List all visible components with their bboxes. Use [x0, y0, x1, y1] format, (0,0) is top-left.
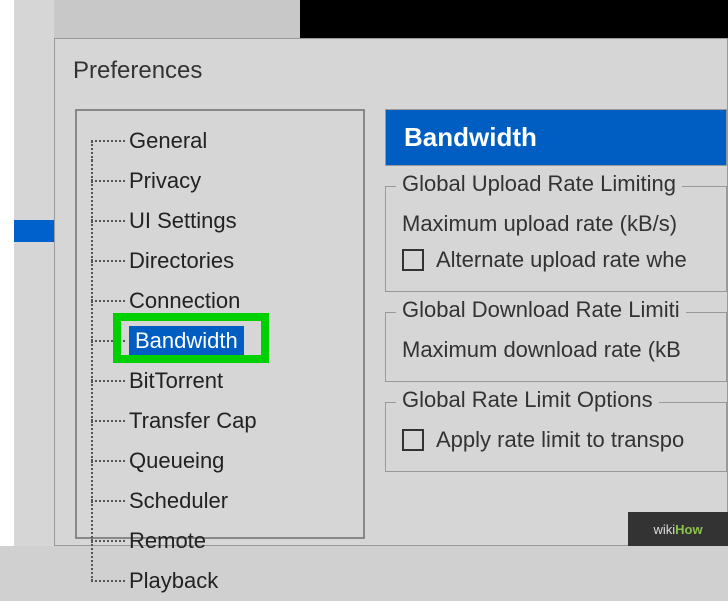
preferences-dialog: Preferences General Privacy UI Settings … [54, 38, 728, 546]
tree-item-label: Queueing [129, 448, 224, 474]
section-header: Bandwidth [385, 109, 727, 166]
tree-item-bandwidth[interactable]: Bandwidth [77, 321, 363, 361]
sidebar-selection-marker [14, 220, 54, 242]
tree-item-scheduler[interactable]: Scheduler [77, 481, 363, 521]
max-upload-rate-label: Maximum upload rate (kB/s) [402, 211, 710, 237]
tree-item-remote[interactable]: Remote [77, 521, 363, 561]
left-window-edge [0, 0, 14, 546]
background-window-titlebar [300, 0, 728, 38]
upload-rate-group: Global Upload Rate Limiting Maximum uplo… [385, 186, 727, 292]
alternate-upload-rate-row[interactable]: Alternate upload rate whe [402, 247, 710, 273]
preferences-tree[interactable]: General Privacy UI Settings Directories … [75, 109, 365, 539]
tree-item-queueing[interactable]: Queueing [77, 441, 363, 481]
tree-item-playback[interactable]: Playback [77, 561, 363, 601]
tree-item-label: Connection [129, 288, 240, 314]
alternate-upload-label: Alternate upload rate whe [436, 247, 687, 273]
apply-rate-limit-row[interactable]: Apply rate limit to transpo [402, 427, 710, 453]
tree-item-label: BitTorrent [129, 368, 223, 394]
dialog-title: Preferences [73, 57, 202, 85]
tree-item-label: Scheduler [129, 488, 228, 514]
tree-item-connection[interactable]: Connection [77, 281, 363, 321]
tree-item-label: Directories [129, 248, 234, 274]
tree-item-privacy[interactable]: Privacy [77, 161, 363, 201]
alternate-upload-checkbox[interactable] [402, 249, 424, 271]
tree-item-bittorrent[interactable]: BitTorrent [77, 361, 363, 401]
tree-item-label: Remote [129, 528, 206, 554]
group-title: Global Upload Rate Limiting [396, 171, 682, 197]
tree-item-label: General [129, 128, 207, 154]
tree-item-transfer-cap[interactable]: Transfer Cap [77, 401, 363, 441]
tree-item-label: UI Settings [129, 208, 237, 234]
group-title: Global Download Rate Limiti [396, 297, 686, 323]
apply-rate-limit-checkbox[interactable] [402, 429, 424, 451]
max-download-rate-label: Maximum download rate (kB [402, 337, 710, 363]
download-rate-group: Global Download Rate Limiti Maximum down… [385, 312, 727, 382]
rate-limit-options-group: Global Rate Limit Options Apply rate lim… [385, 402, 727, 472]
left-sidebar-strip [14, 0, 54, 546]
tree-item-directories[interactable]: Directories [77, 241, 363, 281]
app-frame: Preferences General Privacy UI Settings … [0, 0, 728, 546]
group-title: Global Rate Limit Options [396, 387, 659, 413]
tree-item-label: Bandwidth [129, 326, 244, 356]
tree-item-label: Playback [129, 568, 218, 594]
tree-item-label: Privacy [129, 168, 201, 194]
tree-item-label: Transfer Cap [129, 408, 257, 434]
tree-item-ui-settings[interactable]: UI Settings [77, 201, 363, 241]
tree-item-general[interactable]: General [77, 121, 363, 161]
wikihow-watermark: wikiHow [628, 512, 728, 546]
apply-rate-limit-label: Apply rate limit to transpo [436, 427, 684, 453]
settings-content: Bandwidth Global Upload Rate Limiting Ma… [385, 109, 727, 539]
